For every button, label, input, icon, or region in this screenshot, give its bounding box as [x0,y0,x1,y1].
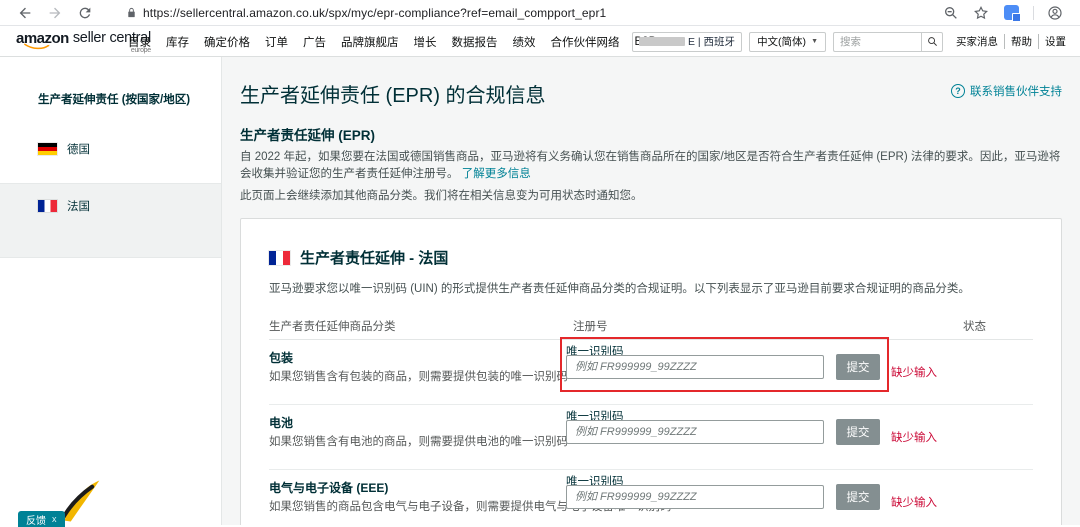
sidebar-selected-band: 法国 [0,183,221,258]
card-description: 亚马逊要求您以唯一识别码 (UIN) 的形式提供生产者责任延伸商品分类的合规证明… [269,283,970,295]
germany-flag-icon [38,143,57,155]
category-name: 包装 [269,351,294,365]
profile-icon[interactable] [1047,5,1063,21]
feedback-label: 反馈 [26,515,46,527]
help-question-icon: ? [951,84,965,98]
reload-icon[interactable] [77,5,93,21]
close-icon[interactable]: x [52,514,57,524]
menu-item-stores[interactable]: 品牌旗舰店 [341,34,399,50]
status-missing-input: 缺少输入 [891,432,937,444]
submit-button-batteries[interactable]: 提交 [836,419,880,445]
category-description: 如果您销售含有包装的商品，则需要提供包装的唯一识别码 [269,371,568,383]
epr-section-title: 生产者责任延伸 (EPR) [240,128,375,143]
menu-item-catalog[interactable]: 目录 [128,34,151,50]
submit-button-eee[interactable]: 提交 [836,484,880,510]
uin-input-packaging[interactable] [566,355,824,379]
chevron-down-icon: ▼ [811,38,818,45]
menu-item-partner-network[interactable]: 合作伙伴网络 [551,34,620,50]
address-bar[interactable]: https://sellercentral.amazon.co.uk/spx/m… [143,6,936,20]
france-flag-icon [269,250,290,265]
account-switcher[interactable]: E | 西班牙 [631,31,743,52]
category-name: 电池 [269,416,294,430]
search-icon [927,37,937,46]
status-missing-input: 缺少输入 [891,367,937,379]
table-row-packaging: 包装 如果您销售含有包装的商品，则需要提供包装的唯一识别码 唯一识别码 提交 缺… [269,337,1033,405]
menu-item-growth[interactable]: 增长 [414,34,437,50]
table-header: 生产者责任延伸商品分类 注册号 状态 [269,318,1033,333]
link-help[interactable]: 帮助 [1004,34,1038,49]
uin-input-eee[interactable] [566,485,824,509]
menu-item-reports[interactable]: 数据报告 [452,34,498,50]
menu-item-performance[interactable]: 绩效 [513,34,536,50]
sidebar: 生产者延伸责任 (按国家/地区) 德国 法国 [0,57,222,525]
sidebar-item-label: 法国 [67,201,90,213]
language-selector[interactable]: 中文(简体) ▼ [749,31,826,52]
epr-intro-note: 此页面上会继续添加其他商品分类。我们将在相关信息变为可用状态时通知您。 [240,190,643,202]
status-missing-input: 缺少输入 [891,497,937,509]
table-row-eee: 电气与电子设备 (EEE) 如果您销售的商品包含电气与电子设备，则需要提供电气与… [269,470,1033,525]
browser-toolbar: https://sellercentral.amazon.co.uk/spx/m… [0,0,1080,26]
main-content: 生产者延伸责任 (EPR) 的合规信息 ? 联系销售伙伴支持 生产者责任延伸 (… [222,57,1080,525]
main-menu: 目录 库存 确定价格 订单 广告 品牌旗舰店 增长 数据报告 绩效 合作伙伴网络… [128,26,656,57]
search-bar [833,31,943,52]
forward-icon[interactable] [47,5,63,21]
padlock-icon[interactable] [126,7,137,18]
extension-icon[interactable] [1004,5,1021,22]
learn-more-link[interactable]: 了解更多信息 [462,168,531,180]
category-description: 如果您销售的商品包含电气与电子设备，则需要提供电气与电子设备唯一识别码 [269,501,672,513]
menu-item-orders[interactable]: 订单 [265,34,288,50]
account-marketplace-label: E | 西班牙 [687,36,736,48]
bookmark-star-icon[interactable] [973,5,989,21]
card-title: 生产者责任延伸 - 法国 [300,250,449,267]
column-category: 生产者责任延伸商品分类 [269,321,396,333]
navbar-right-cluster: E | 西班牙 中文(简体) ▼ 买家消息 帮助 设置 [631,26,1072,57]
app-body: 生产者延伸责任 (按国家/地区) 德国 法国 生产者延伸责任 (EPR) 的合规… [0,57,1080,525]
link-buyer-messages[interactable]: 买家消息 [950,34,1004,49]
category-description: 如果您销售含有电池的商品，则需要提供电池的唯一识别码 [269,436,568,448]
menu-item-pricing[interactable]: 确定价格 [204,34,250,50]
column-status: 状态 [963,321,986,333]
epr-intro-text: 自 2022 年起，如果您要在法国或德国销售商品，亚马逊将有义务确认您在销售商品… [240,151,1061,180]
language-label: 中文(简体) [757,36,807,48]
zoom-icon[interactable] [943,5,959,21]
contact-support-link[interactable]: ? 联系销售伙伴支持 [951,83,1062,99]
menu-item-advertising[interactable]: 广告 [303,34,326,50]
search-button[interactable] [921,31,943,52]
sidebar-heading: 生产者延伸责任 (按国家/地区) [38,94,191,106]
category-name: 电气与电子设备 (EEE) [269,481,389,495]
france-flag-icon [38,200,57,212]
submit-button-packaging[interactable]: 提交 [836,354,880,380]
seller-central-navbar: amazon seller central europe 目录 库存 确定价格 … [0,26,1080,57]
link-settings[interactable]: 设置 [1038,34,1072,49]
account-redacted [638,37,685,46]
table-row-batteries: 电池 如果您销售含有电池的商品，则需要提供电池的唯一识别码 唯一识别码 提交 缺… [269,405,1033,470]
menu-item-inventory[interactable]: 库存 [166,34,189,50]
toolbar-divider [1033,5,1034,20]
back-icon[interactable] [17,5,33,21]
france-epr-card: 生产者责任延伸 - 法国 亚马逊要求您以唯一识别码 (UIN) 的形式提供生产者… [240,218,1062,525]
sidebar-item-france[interactable]: 法国 [0,198,221,214]
sidebar-item-germany[interactable]: 德国 [0,141,221,157]
utility-links: 买家消息 帮助 设置 [950,34,1072,49]
uin-input-batteries[interactable] [566,420,824,444]
page-title: 生产者延伸责任 (EPR) 的合规信息 [240,85,546,107]
amazon-smile-icon [24,43,50,50]
search-input[interactable] [833,31,921,52]
sidebar-item-label: 德国 [67,144,90,156]
column-registration-number: 注册号 [573,321,608,333]
